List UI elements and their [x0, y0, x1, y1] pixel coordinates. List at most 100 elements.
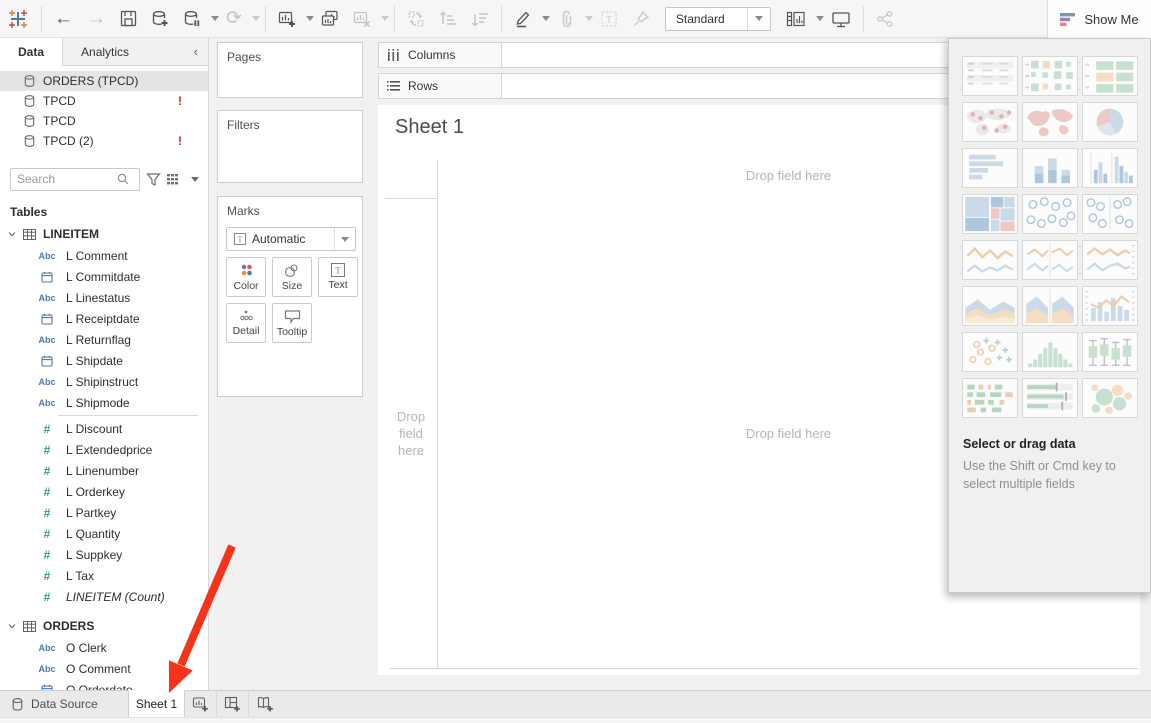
data-source-item-tpcd[interactable]: TPCD! [0, 91, 208, 111]
showme-circle-views[interactable] [1022, 194, 1078, 234]
highlight-icon[interactable] [507, 4, 539, 34]
chevron-down-icon[interactable] [8, 231, 16, 237]
show-hide-cards-caret[interactable] [816, 16, 824, 21]
undo-icon[interactable]: ← [47, 4, 80, 34]
share-icon[interactable] [869, 4, 901, 34]
field-l-quantity[interactable]: #L Quantity [0, 523, 208, 544]
field-o-comment[interactable]: AbcO Comment [0, 658, 208, 679]
size-button[interactable]: Size [272, 257, 312, 297]
data-source-tab[interactable]: Data Source [0, 691, 128, 717]
sort-ascending-icon[interactable] [432, 4, 464, 34]
save-icon[interactable] [113, 4, 144, 34]
search-field[interactable] [17, 172, 117, 186]
group-members-caret[interactable] [585, 16, 593, 21]
color-button[interactable]: Color [226, 257, 266, 297]
showme-stacked-bars[interactable] [1022, 148, 1078, 188]
field-l-suppkey[interactable]: #L Suppkey [0, 544, 208, 565]
showme-histogram[interactable] [1022, 332, 1078, 372]
drop-zone-rows[interactable]: Dropfieldhere [385, 408, 437, 459]
show-hide-cards-icon[interactable] [779, 4, 813, 34]
pages-card[interactable]: Pages [217, 42, 363, 98]
show-mark-labels-icon[interactable]: T [593, 4, 625, 34]
show-me-button[interactable]: Show Me [1047, 0, 1151, 38]
field-l-receiptdate[interactable]: L Receiptdate [0, 308, 208, 329]
new-story-button[interactable] [249, 691, 281, 717]
showme-lines-continuous[interactable] [962, 240, 1018, 280]
field-lineitem-count[interactable]: #LINEITEM (Count) [0, 586, 208, 607]
new-worksheet-caret[interactable] [306, 16, 314, 21]
collapse-pane-icon[interactable]: ‹ [184, 38, 208, 65]
pause-auto-updates-caret[interactable] [211, 16, 219, 21]
field-l-partkey[interactable]: #L Partkey [0, 502, 208, 523]
field-l-linenumber[interactable]: #L Linenumber [0, 460, 208, 481]
showme-area-discrete[interactable] [1022, 286, 1078, 326]
new-worksheet-icon[interactable] [271, 4, 303, 34]
fix-axes-icon[interactable] [625, 4, 657, 34]
table-header-lineitem[interactable]: LINEITEM [0, 223, 208, 245]
new-dashboard-button[interactable] [217, 691, 249, 717]
showme-bullet-graph[interactable] [1022, 378, 1078, 418]
presentation-mode-icon[interactable] [824, 4, 858, 34]
redo-icon[interactable]: → [80, 4, 113, 34]
showme-treemap[interactable] [962, 194, 1018, 234]
tab-analytics[interactable]: Analytics [63, 38, 147, 65]
filter-fields-icon[interactable] [146, 172, 161, 187]
text-button[interactable]: T Text [318, 257, 358, 297]
detail-button[interactable]: Detail [226, 303, 266, 343]
showme-dual-lines[interactable] [1082, 240, 1138, 280]
clear-sheet-caret[interactable] [381, 16, 389, 21]
fit-selector[interactable]: Standard [665, 7, 771, 31]
showme-area-continuous[interactable] [962, 286, 1018, 326]
group-members-icon[interactable] [550, 4, 582, 34]
showme-scatter-plot[interactable] [962, 332, 1018, 372]
mark-type-dropdown[interactable]: T Automatic [226, 227, 356, 251]
field-l-orderkey[interactable]: #L Orderkey [0, 481, 208, 502]
mark-type-caret[interactable] [334, 228, 355, 250]
showme-side-by-side-bars[interactable] [1082, 148, 1138, 188]
showme-highlight-table[interactable] [1082, 56, 1138, 96]
showme-filled-map[interactable] [1022, 102, 1078, 142]
new-data-source-icon[interactable] [144, 4, 176, 34]
sheet-tab-active[interactable]: Sheet 1 [128, 690, 185, 717]
field-o-clerk[interactable]: AbcO Clerk [0, 637, 208, 658]
new-worksheet-button[interactable] [185, 691, 217, 717]
data-source-item-tpcd-2[interactable]: TPCD (2)! [0, 131, 208, 151]
table-header-orders[interactable]: ORDERS [0, 615, 208, 637]
showme-packed-bubbles[interactable] [1082, 378, 1138, 418]
field-l-commitdate[interactable]: L Commitdate [0, 266, 208, 287]
showme-text-table[interactable] [962, 56, 1018, 96]
chevron-down-icon[interactable] [8, 623, 16, 629]
showme-symbol-map[interactable] [962, 102, 1018, 142]
tableau-logo[interactable] [0, 4, 36, 34]
fit-selector-caret[interactable] [747, 8, 770, 30]
view-options-caret[interactable] [191, 177, 199, 182]
field-l-comment[interactable]: AbcL Comment [0, 245, 208, 266]
auto-update-icon[interactable]: ⟳ [219, 4, 249, 34]
showme-lines-discrete[interactable] [1022, 240, 1078, 280]
sort-descending-icon[interactable] [464, 4, 496, 34]
data-source-item-tpcd[interactable]: TPCD [0, 111, 208, 131]
duplicate-sheet-icon[interactable] [314, 4, 346, 34]
showme-horizontal-bars[interactable] [962, 148, 1018, 188]
field-l-extendedprice[interactable]: #L Extendedprice [0, 439, 208, 460]
field-l-shipmode[interactable]: AbcL Shipmode [0, 392, 208, 413]
highlight-caret[interactable] [542, 16, 550, 21]
view-options-icon[interactable] [167, 173, 182, 186]
clear-sheet-icon[interactable] [346, 4, 378, 34]
showme-heat-map[interactable] [1022, 56, 1078, 96]
field-l-discount[interactable]: #L Discount [0, 418, 208, 439]
showme-dual-combination[interactable] [1082, 286, 1138, 326]
showme-pie-chart[interactable] [1082, 102, 1138, 142]
tab-data[interactable]: Data [0, 38, 63, 66]
horizontal-scroll-strip[interactable] [0, 717, 1151, 723]
showme-side-by-side-circles[interactable] [1082, 194, 1138, 234]
field-l-shipdate[interactable]: L Shipdate [0, 350, 208, 371]
pause-auto-updates-icon[interactable] [176, 4, 208, 34]
field-l-tax[interactable]: #L Tax [0, 565, 208, 586]
field-o-orderdate[interactable]: O Orderdate [0, 679, 208, 690]
swap-rows-columns-icon[interactable] [400, 4, 432, 34]
showme-gantt[interactable] [962, 378, 1018, 418]
showme-box-and-whisker[interactable] [1082, 332, 1138, 372]
field-l-returnflag[interactable]: AbcL Returnflag [0, 329, 208, 350]
auto-update-caret[interactable] [252, 16, 260, 21]
